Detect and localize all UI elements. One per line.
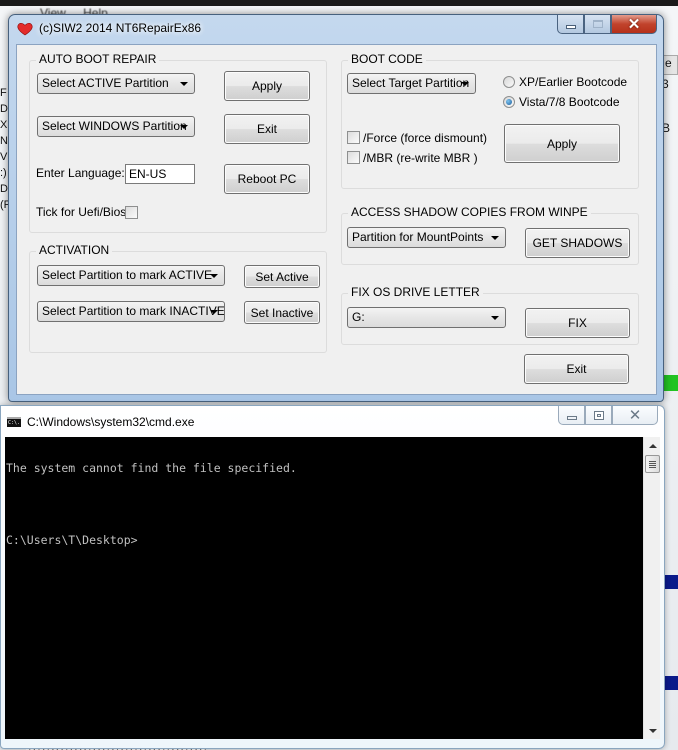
background-right-column: e 3 B [662, 55, 678, 135]
bg-fragment: B [662, 121, 671, 135]
cmd-icon: C:\. [7, 417, 21, 427]
combo-value: Select ACTIVE Partition [42, 76, 169, 90]
restore-icon [593, 410, 604, 420]
language-input[interactable]: EN-US [125, 164, 195, 184]
group-label: ACCESS SHADOW COPIES FROM WINPE [348, 205, 591, 219]
group-label: ACTIVATION [36, 243, 113, 257]
fix-drive-letter-group: FIX OS DRIVE LETTER G: FIX [341, 285, 639, 345]
caption-buttons: ✕ [557, 15, 657, 34]
auto-repair-apply-button[interactable]: Apply [224, 71, 310, 101]
dropdown-arrow-icon [210, 274, 218, 278]
maximize-button[interactable] [584, 15, 611, 34]
xp-bootcode-radio[interactable] [503, 76, 515, 88]
minimize-button[interactable] [557, 15, 584, 34]
nt6repair-window: (c)SIW2 2014 NT6RepairEx86 ✕ AUTO BOOT R… [8, 14, 664, 402]
vertical-scrollbar[interactable] [643, 437, 660, 739]
group-label: FIX OS DRIVE LETTER [348, 285, 483, 299]
auto-repair-exit-button[interactable]: Exit [224, 114, 310, 144]
vista-bootcode-radio[interactable] [503, 96, 515, 108]
get-shadows-button[interactable]: GET SHADOWS [525, 228, 630, 258]
heart-icon [17, 22, 33, 36]
close-button[interactable]: ✕ [611, 15, 657, 34]
dropdown-arrow-icon [491, 236, 499, 240]
activation-group: ACTIVATION Select Partition to mark ACTI… [29, 243, 327, 353]
vista-bootcode-label: Vista/7/8 Bootcode [519, 95, 620, 109]
combo-value: Partition for MountPoints [352, 230, 484, 244]
window-client-area: AUTO BOOT REPAIR Select ACTIVE Partition… [16, 44, 657, 395]
set-active-button[interactable]: Set Active [244, 265, 320, 288]
scroll-thumb[interactable] [645, 455, 660, 473]
shadow-copies-group: ACCESS SHADOW COPIES FROM WINPE Partitio… [341, 205, 639, 265]
force-label: /Force (force dismount) [363, 131, 488, 145]
uefi-checkbox[interactable] [125, 206, 138, 219]
windows-partition-combo[interactable]: Select WINDOWS Partition [37, 116, 195, 137]
scroll-up-icon [648, 443, 657, 448]
console-prompt: C:\Users\T\Desktop> [6, 533, 138, 547]
combo-value: Select Partition to mark INACTIVE [42, 304, 225, 318]
boot-code-group: BOOT CODE Select Target Partition XP/Ear… [341, 52, 639, 189]
dropdown-arrow-icon [180, 125, 188, 129]
mark-active-combo[interactable]: Select Partition to mark ACTIVE [37, 265, 225, 286]
dropdown-arrow-icon [210, 310, 218, 314]
combo-value: Select WINDOWS Partition [42, 119, 187, 133]
combo-value: Select Partition to mark ACTIVE [42, 268, 213, 282]
force-checkbox[interactable] [347, 131, 360, 144]
cmd-caption-buttons: ✕ [558, 406, 658, 425]
mbr-label: /MBR (re-write MBR ) [363, 151, 478, 165]
mark-inactive-combo[interactable]: Select Partition to mark INACTIVE [37, 301, 225, 322]
bg-fragment: 3 [662, 77, 669, 91]
console-line: The system cannot find the file specifie… [6, 461, 297, 475]
mbr-checkbox[interactable] [347, 151, 360, 164]
combo-value: Select Target Partition [352, 76, 470, 90]
reboot-pc-button[interactable]: Reboot PC [224, 164, 310, 194]
close-icon: ✕ [628, 407, 642, 424]
close-icon: ✕ [627, 16, 641, 33]
minimize-icon [565, 25, 576, 29]
set-inactive-button[interactable]: Set Inactive [244, 301, 320, 324]
cmd-window-title: C:\Windows\system32\cmd.exe [27, 415, 195, 429]
cmd-close-button[interactable]: ✕ [612, 406, 658, 425]
group-label: AUTO BOOT REPAIR [36, 52, 160, 66]
maximize-icon [592, 20, 603, 28]
boot-code-apply-button[interactable]: Apply [504, 124, 620, 163]
auto-boot-repair-group: AUTO BOOT REPAIR Select ACTIVE Partition… [29, 52, 327, 233]
background-column-header: e [662, 55, 678, 75]
scroll-down-icon [648, 728, 657, 733]
scroll-up-button[interactable] [644, 437, 661, 454]
window-title: (c)SIW2 2014 NT6RepairEx86 [39, 21, 202, 35]
cmd-minimize-button[interactable] [558, 406, 585, 425]
main-exit-button[interactable]: Exit [524, 354, 629, 384]
xp-bootcode-label: XP/Earlier Bootcode [519, 75, 628, 89]
console-output[interactable]: The system cannot find the file specifie… [5, 437, 643, 739]
background-progress-bar [662, 375, 678, 391]
drive-letter-combo[interactable]: G: [347, 307, 506, 328]
group-label: BOOT CODE [348, 52, 426, 66]
dropdown-arrow-icon [491, 316, 499, 320]
cmd-maximize-button[interactable] [585, 406, 612, 425]
uefi-label: Tick for Uefi/Bios [36, 205, 127, 219]
mountpoints-combo[interactable]: Partition for MountPoints [347, 227, 506, 248]
combo-value: G: [352, 310, 365, 324]
language-label: Enter Language: [36, 166, 125, 180]
target-partition-combo[interactable]: Select Target Partition [347, 73, 476, 94]
fix-button[interactable]: FIX [525, 308, 630, 338]
dropdown-arrow-icon [180, 82, 188, 86]
scroll-down-button[interactable] [644, 722, 661, 739]
active-partition-combo[interactable]: Select ACTIVE Partition [37, 73, 195, 94]
cmd-window: C:\. C:\Windows\system32\cmd.exe ✕ The s… [0, 405, 665, 749]
minimize-icon [566, 416, 577, 420]
dropdown-arrow-icon [461, 82, 469, 86]
